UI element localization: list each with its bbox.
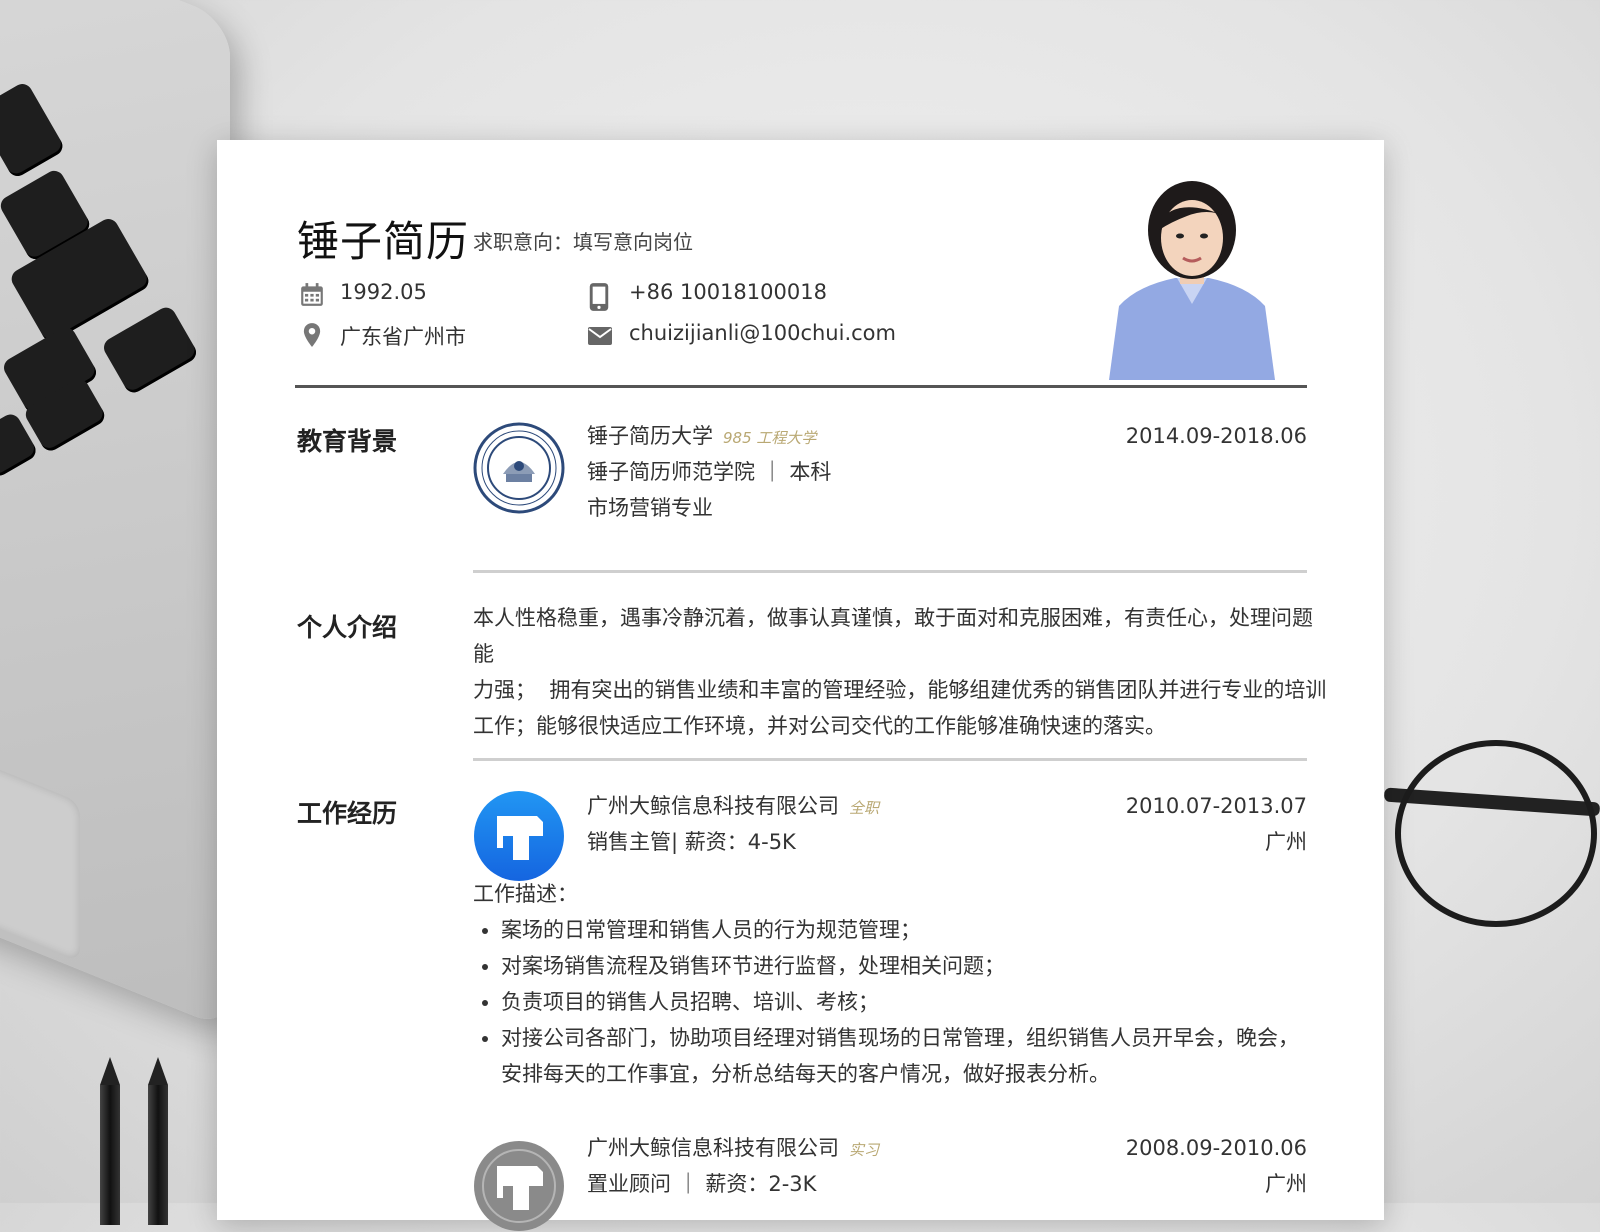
section-divider <box>473 758 1307 761</box>
job-city: 广州 <box>1265 1172 1307 1196</box>
school-tag: 985 工程大学 <box>723 429 817 447</box>
phone-number: +86 10018100018 <box>629 280 827 304</box>
section-title-education: 教育背景 <box>297 427 398 456</box>
job-company: 广州大鲸信息科技有限公司 <box>587 1136 839 1160</box>
college-degree: 锤子简历师范学院 ｜ 本科 <box>587 460 832 484</box>
job-position: 置业顾问 ｜ 薪资：2-3K <box>587 1172 817 1196</box>
location: 广东省广州市 <box>340 325 466 349</box>
glasses <box>1395 740 1597 927</box>
university-logo <box>473 422 565 514</box>
company-logo <box>474 791 564 881</box>
profile-photo-illustration <box>1097 178 1287 380</box>
job-period: 2008.09-2010.06 <box>1125 1136 1307 1160</box>
section-title-intro: 个人介绍 <box>297 613 398 642</box>
birth-date: 1992.05 <box>340 280 427 304</box>
location-icon <box>303 323 321 347</box>
header-rule <box>295 385 1307 388</box>
intent-label: 求职意向： <box>473 230 573 254</box>
company-logo-gray <box>474 1141 564 1231</box>
phone-icon <box>589 283 609 311</box>
resume-name: 锤子简历 <box>297 217 470 266</box>
intro-line: 力强； 拥有突出的销售业绩和丰富的管理经验，能够组建优秀的销售团队并进行专业的培… <box>473 678 1327 702</box>
intro-text: 本人性格稳重，遇事冷静沉着，做事认真谨慎，敢于面对和克服困难，有责任心，处理问题… <box>473 600 1327 744</box>
school-line: 锤子简历大学 985 工程大学 <box>587 418 816 456</box>
intro-line: 本人性格稳重，遇事冷静沉着，做事认真谨慎，敢于面对和克服困难，有责任心，处理问题… <box>473 606 1313 666</box>
job-duty-item: 负责项目的销售人员招聘、培训、考核； <box>501 984 1313 1020</box>
email-address: chuizijianli@100chui.com <box>629 321 896 345</box>
intro-line: 工作；能够很快适应工作环境，并对公司交代的工作能够准确快速的落实。 <box>473 714 1166 738</box>
job-type: 全职 <box>849 799 880 817</box>
job-desc-label: 工作描述： <box>473 882 578 906</box>
education-period: 2014.09-2018.06 <box>1125 424 1307 448</box>
intent-value: 填写意向岗位 <box>573 230 693 254</box>
pencil <box>100 1057 120 1225</box>
job-position: 销售主管| 薪资：4-5K <box>587 830 796 854</box>
calendar-icon <box>301 283 323 306</box>
mail-icon <box>588 327 612 345</box>
school-name: 锤子简历大学 <box>587 424 713 448</box>
job-company: 广州大鲸信息科技有限公司 <box>587 794 839 818</box>
resume-paper: 锤子简历 求职意向：填写意向岗位 1992.05 +86 10018100018… <box>217 140 1384 1231</box>
job-duties: 案场的日常管理和销售人员的行为规范管理； 对案场销售流程及销售环节进行监督，处理… <box>473 912 1313 1092</box>
job-company-line: 广州大鲸信息科技有限公司 全职 <box>587 788 879 826</box>
job-city: 广州 <box>1265 830 1307 854</box>
section-divider <box>473 570 1307 573</box>
major: 市场营销专业 <box>587 496 713 520</box>
profile-photo <box>1097 178 1287 380</box>
job-duty-item: 对接公司各部门，协助项目经理对销售现场的日常管理，组织销售人员开早会，晚会，安排… <box>501 1020 1313 1092</box>
section-title-work: 工作经历 <box>297 799 398 828</box>
job-company-line: 广州大鲸信息科技有限公司 实习 <box>587 1130 879 1168</box>
job-duty-item: 案场的日常管理和销售人员的行为规范管理； <box>501 912 1313 948</box>
job-type: 实习 <box>849 1141 880 1159</box>
job-intent: 求职意向：填写意向岗位 <box>473 226 693 255</box>
job-period: 2010.07-2013.07 <box>1125 794 1307 818</box>
pencil <box>148 1057 168 1225</box>
job-duty-item: 对案场销售流程及销售环节进行监督，处理相关问题； <box>501 948 1313 984</box>
